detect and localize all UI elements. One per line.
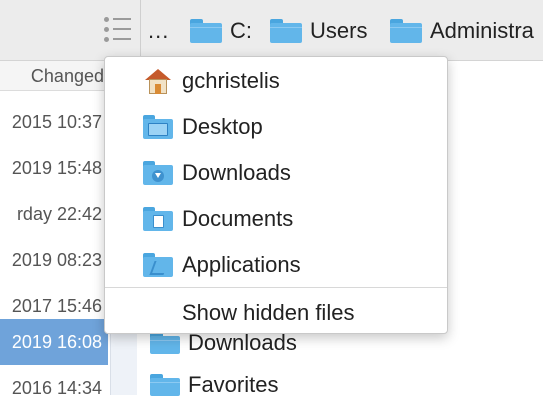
breadcrumb-item-users[interactable]: Users [270, 16, 367, 46]
downloads-folder-icon [143, 161, 173, 185]
breadcrumb-item-c[interactable]: C: [190, 16, 252, 46]
menu-item-label: gchristelis [182, 68, 280, 93]
list-menu-icon[interactable] [100, 14, 136, 46]
table-row[interactable]: 2016 14:34 [0, 365, 108, 411]
menu-item-desktop[interactable]: Desktop [105, 107, 447, 147]
menu-item-show-hidden-files[interactable]: Show hidden files [105, 293, 447, 333]
folder-icon [150, 374, 180, 396]
folder-icon [150, 332, 180, 354]
toolbar-left-segment [0, 0, 141, 60]
folder-icon [190, 19, 222, 43]
breadcrumb-label: C: [230, 18, 252, 43]
table-row[interactable]: 2015 10:37 [0, 99, 108, 145]
menu-item-label: Downloads [182, 160, 291, 185]
places-dropdown-menu: gchristelis Desktop Downloads Documents … [104, 56, 448, 334]
menu-separator [105, 287, 447, 288]
desktop-folder-icon [143, 115, 173, 139]
breadcrumb-item-administrator[interactable]: Administra [390, 16, 534, 46]
folder-icon [270, 19, 302, 43]
table-row[interactable]: rday 22:42 [0, 191, 108, 237]
changed-cell: 2019 16:08 [11, 332, 102, 352]
table-row-selected[interactable]: 2019 16:08 [0, 319, 108, 365]
table-row[interactable]: 2019 15:48 [0, 145, 108, 191]
home-icon [143, 69, 173, 94]
changed-cell: 2015 10:37 [11, 112, 102, 132]
menu-item-applications[interactable]: Applications [105, 245, 447, 285]
folder-label: Favorites [188, 372, 279, 397]
breadcrumb-overflow-button[interactable]: ... [148, 18, 169, 44]
breadcrumb: ... C: Users Administra [148, 0, 543, 60]
menu-item-label: Applications [182, 252, 301, 277]
documents-folder-icon [143, 207, 173, 231]
folder-list-item-favorites[interactable]: Favorites [150, 370, 278, 400]
menu-item-label: Show hidden files [182, 300, 355, 325]
breadcrumb-label: Administra [430, 18, 534, 43]
menu-item-home[interactable]: gchristelis [105, 61, 447, 101]
folder-icon [390, 19, 422, 43]
changed-cell: 2016 14:34 [11, 378, 102, 398]
changed-cell: rday 22:42 [16, 204, 102, 224]
applications-folder-icon [143, 253, 173, 277]
changed-cell: 2019 08:23 [11, 250, 102, 270]
table-row[interactable]: 2019 08:23 [0, 237, 108, 283]
menu-item-documents[interactable]: Documents [105, 199, 447, 239]
menu-item-downloads[interactable]: Downloads [105, 153, 447, 193]
menu-item-label: Documents [182, 206, 294, 231]
breadcrumb-label: Users [310, 18, 368, 43]
column-header-changed[interactable]: Changed [0, 61, 110, 91]
menu-item-label: Desktop [182, 114, 263, 139]
changed-cell: 2017 15:46 [11, 296, 102, 316]
changed-cell: 2019 15:48 [11, 158, 102, 178]
toolbar: ... C: Users Administra [0, 0, 543, 61]
